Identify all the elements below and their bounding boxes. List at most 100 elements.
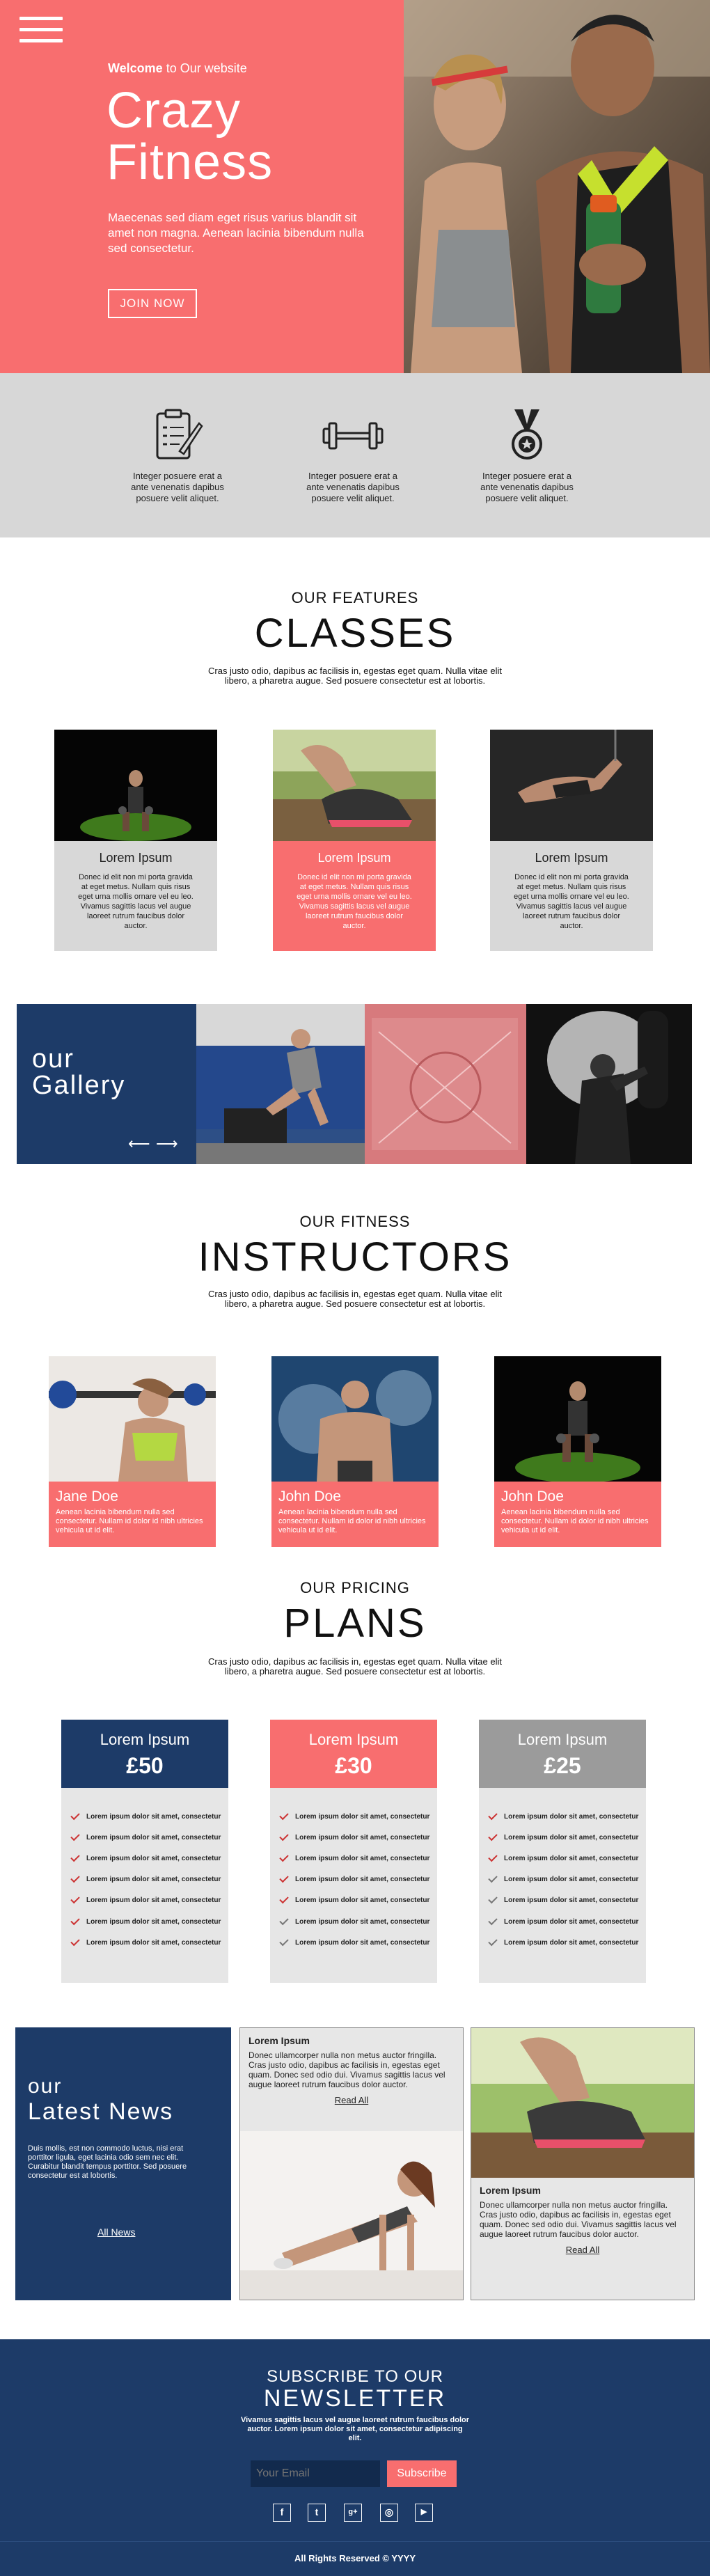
plan-feature-text: Lorem ipsum dolor sit amet, consectetur — [86, 1917, 221, 1926]
news-card-text: Donec ullamcorper nulla non metus auctor… — [480, 2200, 677, 2239]
news-card-title: Lorem Ipsum — [248, 2035, 310, 2046]
read-all-link[interactable]: Read All — [248, 2095, 455, 2105]
plan-feature-text: Lorem ipsum dolor sit amet, consectetur — [295, 1812, 430, 1821]
plan-feature-item: Lorem ipsum dolor sit amet, consectetur — [70, 1806, 228, 1827]
plan-name: Lorem Ipsum — [308, 1731, 399, 1748]
check-icon — [70, 1915, 80, 1925]
gallery-next-arrow-icon[interactable]: ⟶ — [156, 1135, 178, 1153]
plan-feature-text: Lorem ipsum dolor sit amet, consectetur — [86, 1938, 221, 1947]
check-muted-icon — [279, 1915, 289, 1925]
plan-feature-text: Lorem ipsum dolor sit amet, consectetur — [504, 1917, 639, 1926]
read-all-link[interactable]: Read All — [480, 2245, 686, 2255]
welcome-text: Welcome to Our website — [108, 61, 247, 75]
hero-couple-photo — [404, 0, 710, 373]
instructor-card[interactable]: Jane Doe Aenean lacinia bibendum nulla se… — [49, 1356, 216, 1547]
footer: All Rights Reserved © YYYY — [0, 2541, 710, 2576]
class-text: Donec id elit non mi porta gravida at eg… — [297, 873, 412, 930]
plan-feature-item: Lorem ipsum dolor sit amet, consectetur — [279, 1890, 437, 1911]
instructor-card[interactable]: John Doe Aenean lacinia bibendum nulla se… — [494, 1356, 661, 1547]
check-icon — [279, 1873, 289, 1883]
classes-heading: CLASSES — [254, 611, 456, 656]
feature-text: Integer posuere erat a ante venenatis da… — [480, 471, 574, 503]
instructor-text: Aenean lacinia bibendum nulla sed consec… — [56, 1508, 203, 1534]
plan-feature-text: Lorem ipsum dolor sit amet, consectetur — [295, 1896, 430, 1905]
news-card[interactable]: Lorem Ipsum Donec ullamcorper nulla non … — [239, 2027, 464, 2300]
check-muted-icon — [488, 1936, 498, 1946]
plan-feature-text: Lorem ipsum dolor sit amet, consectetur — [504, 1812, 639, 1821]
class-card[interactable]: Lorem Ipsum Donec id elit non mi porta gr… — [490, 730, 653, 951]
instructors-kicker: OUR FITNESS — [299, 1213, 411, 1230]
plan-feature-text: Lorem ipsum dolor sit amet, consectetur — [86, 1896, 221, 1905]
plan-feature-text: Lorem ipsum dolor sit amet, consectetur — [295, 1833, 430, 1841]
hamburger-menu-icon[interactable] — [19, 17, 63, 50]
gallery-image[interactable] — [196, 1004, 365, 1164]
latest-news-panel: our Latest News Duis mollis, est non com… — [15, 2027, 231, 2300]
plan-price: £25 — [544, 1753, 581, 1778]
plan-feature-text: Lorem ipsum dolor sit amet, consectetur — [86, 1876, 221, 1884]
plan-feature-list: Lorem ipsum dolor sit amet, consectetur L… — [479, 1788, 646, 1983]
instructor-card[interactable]: John Doe Aenean lacinia bibendum nulla se… — [271, 1356, 439, 1547]
class-card[interactable]: Lorem Ipsum Donec id elit non mi porta gr… — [54, 730, 217, 951]
news-card-body: Lorem Ipsum Donec ullamcorper nulla non … — [240, 2028, 463, 2131]
subscribe-button[interactable]: Subscribe — [387, 2460, 457, 2487]
plan-feature-item: Lorem ipsum dolor sit amet, consectetur — [488, 1890, 646, 1911]
plan-feature-item: Lorem ipsum dolor sit amet, consectetur — [488, 1869, 646, 1890]
gallery-prev-arrow-icon[interactable]: ⟵ — [128, 1135, 150, 1153]
class-title: Lorem Ipsum — [317, 851, 391, 865]
instagram-icon[interactable]: ◎ — [380, 2504, 398, 2522]
plan-feature-item: Lorem ipsum dolor sit amet, consectetur — [279, 1827, 437, 1848]
pricing-plan-card[interactable]: Lorem Ipsum £50 Lorem ipsum dolor sit ame… — [61, 1720, 228, 1983]
news-card[interactable]: Lorem Ipsum Donec ullamcorper nulla non … — [471, 2027, 695, 2300]
news-card-text: Donec ullamcorper nulla non metus auctor… — [248, 2050, 445, 2089]
news-card-photo — [240, 2131, 463, 2300]
plan-feature-list: Lorem ipsum dolor sit amet, consectetur L… — [270, 1788, 437, 1983]
instructor-photo — [271, 1356, 439, 1482]
plans-intro: Cras justo odio, dapibus ac facilisis in… — [208, 1656, 502, 1676]
twitter-icon[interactable]: t — [308, 2504, 326, 2522]
feature-text: Integer posuere erat a ante venenatis da… — [131, 471, 224, 503]
instructor-photo — [49, 1356, 216, 1482]
check-icon — [279, 1810, 289, 1820]
newsletter-heading: NEWSLETTER — [263, 2385, 447, 2412]
copyright-text: All Rights Reserved © YYYY — [294, 2553, 416, 2563]
gallery-section: our Gallery ⟵ ⟶ — [17, 1004, 692, 1164]
plan-feature-text: Lorem ipsum dolor sit amet, consectetur — [86, 1833, 221, 1841]
plan-feature-item: Lorem ipsum dolor sit amet, consectetur — [488, 1911, 646, 1932]
plan-feature-item: Lorem ipsum dolor sit amet, consectetur — [70, 1890, 228, 1911]
instructor-text: Aenean lacinia bibendum nulla sed consec… — [501, 1508, 649, 1534]
email-input[interactable] — [251, 2460, 380, 2487]
facebook-icon[interactable]: f — [273, 2504, 291, 2522]
plan-feature-text: Lorem ipsum dolor sit amet, consectetur — [295, 1854, 430, 1862]
check-icon — [279, 1831, 289, 1841]
plans-kicker: OUR PRICING — [300, 1579, 410, 1596]
hero-title: Crazy Fitness — [106, 83, 274, 190]
all-news-link[interactable]: All News — [97, 2226, 135, 2238]
gallery-image[interactable] — [526, 1004, 692, 1164]
plan-price: £30 — [335, 1753, 372, 1778]
plan-feature-text: Lorem ipsum dolor sit amet, consectetur — [295, 1938, 430, 1947]
plan-feature-item: Lorem ipsum dolor sit amet, consectetur — [488, 1848, 646, 1869]
instructor-name: John Doe — [278, 1489, 341, 1505]
plan-feature-item: Lorem ipsum dolor sit amet, consectetur — [70, 1911, 228, 1932]
pricing-plan-card[interactable]: Lorem Ipsum £25 Lorem ipsum dolor sit ame… — [479, 1720, 646, 1983]
news-card-photo — [471, 2028, 694, 2178]
feature-item: Integer posuere erat a ante venenatis da… — [125, 408, 230, 504]
plan-feature-text: Lorem ipsum dolor sit amet, consectetur — [504, 1876, 639, 1884]
plan-feature-item: Lorem ipsum dolor sit amet, consectetur — [488, 1932, 646, 1953]
class-text: Donec id elit non mi porta gravida at eg… — [78, 873, 194, 930]
google-plus-icon[interactable]: g+ — [344, 2504, 362, 2522]
news-description: Duis mollis, est non commodo luctus, nis… — [28, 2144, 187, 2180]
plan-feature-item: Lorem ipsum dolor sit amet, consectetur — [279, 1848, 437, 1869]
plan-feature-item: Lorem ipsum dolor sit amet, consectetur — [279, 1806, 437, 1827]
check-icon — [279, 1852, 289, 1862]
news-title-small: our — [28, 2075, 63, 2098]
join-now-button[interactable]: JOIN NOW — [108, 289, 197, 318]
youtube-icon[interactable]: ▶ — [415, 2504, 433, 2522]
gallery-image[interactable] — [365, 1004, 526, 1164]
plan-feature-item: Lorem ipsum dolor sit amet, consectetur — [70, 1932, 228, 1953]
instructor-name: John Doe — [501, 1489, 564, 1505]
class-card[interactable]: Lorem Ipsum Donec id elit non mi porta gr… — [273, 730, 436, 951]
pricing-plan-card[interactable]: Lorem Ipsum £30 Lorem ipsum dolor sit ame… — [270, 1720, 437, 1983]
check-icon — [70, 1852, 80, 1862]
plan-feature-item: Lorem ipsum dolor sit amet, consectetur — [70, 1869, 228, 1890]
